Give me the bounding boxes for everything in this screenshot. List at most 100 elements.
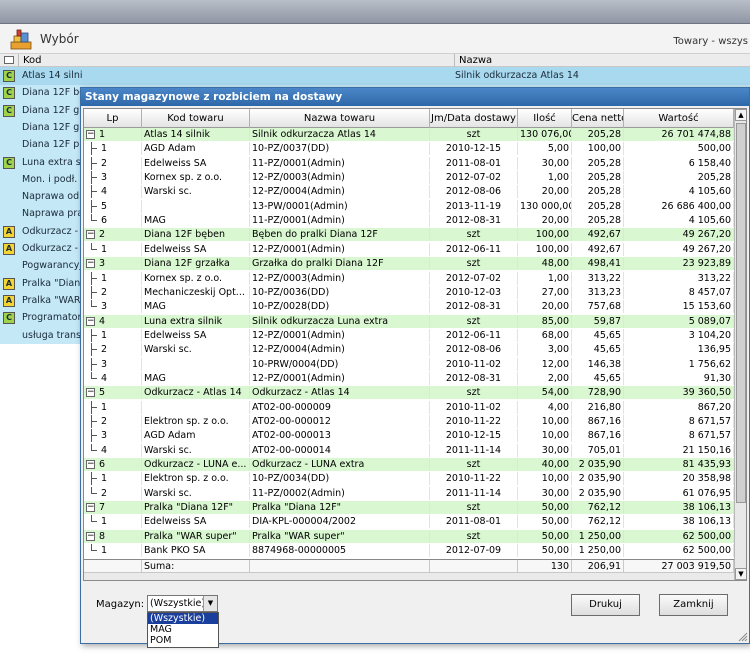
column-header[interactable]: Jm/Data dostawy <box>430 109 518 128</box>
cell-jm: 2012-08-06 <box>430 185 518 199</box>
cell-nazwa: Pralka "Diana 12F" <box>250 501 430 515</box>
delivery-row[interactable]: 1 Edelweiss SA 12-PZ/0001(Admin) 2012-06-11… <box>84 242 734 256</box>
cell-wartosc: 23 923,89 <box>624 257 734 271</box>
row-lp[interactable]: −2 <box>84 228 142 242</box>
cell-kod: Kornex sp. z o.o. <box>142 271 250 285</box>
delivery-row[interactable]: 2 Elektron sp. z o.o. AT02-00-000012 2010-1… <box>84 415 734 428</box>
cell-kod: Edelweiss SA <box>142 515 250 529</box>
row-number: 3 <box>101 301 108 313</box>
tree-branch-icon <box>91 435 97 437</box>
close-button[interactable]: Zamknij <box>659 594 728 616</box>
delivery-row[interactable]: 4 Warski sc. AT02-00-000014 2011-11-14 30,00… <box>84 443 734 457</box>
column-header-kod[interactable]: Kod <box>18 54 42 67</box>
group-row[interactable]: −1 Atlas 14 silnik Silnik odkurzacza Atlas… <box>84 128 734 141</box>
cell-nazwa: 13-PW/0001(Admin) <box>250 199 430 213</box>
delivery-row[interactable]: 1 Kornex sp. z o.o. 12-PZ/0003(Admin) 2012-… <box>84 271 734 285</box>
magazyn-select[interactable]: (Wszystkie) ▼ <box>147 595 218 612</box>
delivery-row[interactable]: 1 AGD Adam 10-PZ/0037(DD) 2010-12-15 5,00 100… <box>84 142 734 156</box>
delivery-row[interactable]: 2 Mechaniczeskij Opt... 10-PZ/0036(DD) 2010… <box>84 285 734 299</box>
delivery-row[interactable]: 1 Bank PKO SA 8874968-00000005 2012-07-09 50… <box>84 544 734 558</box>
cell-ilosc: 10,00 <box>518 429 572 443</box>
delivery-row[interactable]: 1 Elektron sp. z o.o. 10-PZ/0034(DD) 2010-1… <box>84 472 734 486</box>
resize-grip-icon[interactable] <box>738 632 748 642</box>
delivery-row[interactable]: 2 Warski sc. 11-PZ/0002(Admin) 2011-11-14 30… <box>84 486 734 500</box>
row-lp[interactable]: −3 <box>84 257 142 271</box>
collapse-icon[interactable]: − <box>86 460 95 470</box>
horizontal-scrollbar[interactable] <box>84 572 734 580</box>
column-header[interactable]: Lp <box>84 109 142 128</box>
collapse-icon[interactable]: − <box>86 259 95 269</box>
list-item-name: Silnik odkurzacza Atlas 14 <box>455 70 579 81</box>
row-number: 1 <box>99 129 106 140</box>
collapse-icon[interactable]: − <box>86 130 95 139</box>
vertical-scrollbar[interactable]: ▲ ▼ <box>734 109 746 580</box>
group-row[interactable]: −7 Pralka "Diana 12F" Pralka "Diana 12F" sz… <box>84 501 734 515</box>
row-lp[interactable]: −7 <box>84 501 142 515</box>
cell-kod: Diana 12F bęben <box>142 228 250 242</box>
row-lp[interactable]: −4 <box>84 314 142 328</box>
collapse-icon[interactable]: − <box>86 503 95 513</box>
group-row[interactable]: −4 Luna extra silnik Silnik odkurzacza Lun… <box>84 314 734 328</box>
delivery-row[interactable]: 4 Warski sc. 12-PZ/0004(Admin) 2012-08-06 20… <box>84 185 734 199</box>
collapse-icon[interactable]: − <box>86 531 95 541</box>
row-lp: 1 <box>84 544 142 558</box>
group-row[interactable]: −8 Pralka "WAR super" Pralka "WAR super" sz… <box>84 529 734 543</box>
row-number: 2 <box>101 286 108 298</box>
delivery-row[interactable]: 3 Kornex sp. z o.o. 12-PZ/0003(Admin) 2012-… <box>84 171 734 185</box>
group-row[interactable]: −2 Diana 12F bęben Bęben do pralki Diana 1… <box>84 228 734 242</box>
delivery-row[interactable]: 1 AT02-00-000009 2010-11-02 4,00 216,80 867,2… <box>84 400 734 414</box>
row-lp[interactable]: −6 <box>84 458 142 472</box>
scroll-down-icon[interactable]: ▼ <box>735 568 746 580</box>
magazyn-option[interactable]: POM <box>148 635 218 646</box>
tree-branch-icon <box>91 349 97 351</box>
cell-cena: 45,65 <box>572 343 624 357</box>
delivery-row[interactable]: 3 AGD Adam AT02-00-000013 2010-12-15 10,00 86… <box>84 429 734 443</box>
collapse-icon[interactable]: − <box>86 316 95 326</box>
tree-branch-icon <box>91 306 97 308</box>
tree-branch-icon <box>91 248 97 250</box>
scroll-thumb[interactable] <box>736 123 746 503</box>
row-lp[interactable]: −1 <box>84 128 142 141</box>
tree-branch-icon <box>91 550 97 552</box>
delivery-row[interactable]: 3 10-PRW/0004(DD) 2010-11-02 12,00 146,38 1 7… <box>84 357 734 371</box>
column-header[interactable]: Nazwa towaru <box>250 109 430 128</box>
collapse-icon[interactable]: − <box>86 388 95 398</box>
delivery-row[interactable]: 6 MAG 11-PZ/0001(Admin) 2012-08-31 20,00 205,… <box>84 214 734 228</box>
column-header-nazwa[interactable]: Nazwa <box>454 54 492 67</box>
delivery-row[interactable]: 1 Edelweiss SA DIA-KPL-000004/2002 2011-08-… <box>84 515 734 529</box>
cell-nazwa: Silnik odkurzacza Luna extra <box>250 314 430 328</box>
row-lp: 3 <box>84 429 142 443</box>
row-lp: 1 <box>84 242 142 256</box>
column-header[interactable]: Wartość <box>624 109 734 128</box>
delivery-row[interactable]: 2 Warski sc. 12-PZ/0004(Admin) 2012-08-06 3,… <box>84 343 734 357</box>
print-button[interactable]: Drukuj <box>571 594 640 616</box>
row-lp[interactable]: −8 <box>84 529 142 543</box>
magazyn-option[interactable]: MAG <box>148 624 218 635</box>
select-all-checkbox[interactable] <box>4 56 14 64</box>
delivery-row[interactable]: 3 MAG 10-PZ/0028(DD) 2012-08-31 20,00 757,68 1… <box>84 300 734 314</box>
filter-label[interactable]: Towary - wszys <box>673 36 748 47</box>
column-header[interactable]: Cena netto <box>572 109 624 128</box>
scroll-up-icon[interactable]: ▲ <box>735 109 746 121</box>
grid-rows: −1 Atlas 14 silnik Silnik odkurzacza Atlas… <box>84 128 734 559</box>
column-header[interactable]: Kod towaru <box>142 109 250 128</box>
magazyn-option[interactable]: (Wszystkie) <box>148 613 218 624</box>
group-row[interactable]: −6 Odkurzacz - LUNA e... Odkurzacz - LUNA … <box>84 458 734 472</box>
list-item[interactable]: C Atlas 14 silnik Silnik odkurzacza Atlas … <box>0 67 750 85</box>
row-lp[interactable]: −5 <box>84 386 142 400</box>
group-row[interactable]: −3 Diana 12F grzałka Grzałka do pralki Dia… <box>84 257 734 271</box>
collapse-icon[interactable]: − <box>86 230 95 240</box>
group-row[interactable]: −5 Odkurzacz - Atlas 14 Odkurzacz - Atlas … <box>84 386 734 400</box>
row-number: 2 <box>101 416 108 427</box>
cell-kod: Elektron sp. z o.o. <box>142 415 250 428</box>
magazyn-selected-value: (Wszystkie) <box>150 598 206 609</box>
delivery-row[interactable]: 1 Edelweiss SA 12-PZ/0001(Admin) 2012-06-11… <box>84 328 734 342</box>
cell-kod: Atlas 14 silnik <box>142 128 250 141</box>
chevron-down-icon[interactable]: ▼ <box>203 596 217 611</box>
delivery-row[interactable]: 4 MAG 12-PZ/0001(Admin) 2012-08-31 2,00 45,65… <box>84 371 734 385</box>
column-header[interactable]: Ilość <box>518 109 572 128</box>
delivery-row[interactable]: 5 13-PW/0001(Admin) 2013-11-19 130 000,00 20… <box>84 199 734 213</box>
row-number: 5 <box>101 200 108 212</box>
cell-cena: 313,22 <box>572 271 624 285</box>
delivery-row[interactable]: 2 Edelweiss SA 11-PZ/0001(Admin) 2011-08-01… <box>84 156 734 170</box>
